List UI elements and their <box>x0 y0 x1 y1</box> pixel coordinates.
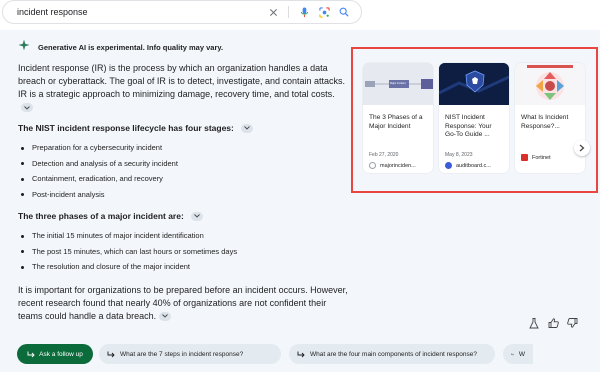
follow-up-arrow-icon <box>107 351 115 357</box>
expand-chevron-icon[interactable] <box>190 211 203 221</box>
source-site-name: Fortinet <box>532 154 551 161</box>
follow-up-arrow-icon <box>511 352 514 356</box>
follow-up-bar: Ask a follow up What are the 7 steps in … <box>17 343 533 365</box>
fortinet-logo-icon <box>521 154 528 161</box>
flask-icon[interactable] <box>528 316 540 330</box>
lifecycle-heading: The NIST incident response lifecycle has… <box>18 123 348 133</box>
list-item: The initial 15 minutes of major incident… <box>18 228 348 244</box>
search-bar <box>2 0 362 24</box>
source-cards-panel: Major Incident The 3 Phases of a Major I… <box>351 47 598 193</box>
microphone-icon[interactable] <box>295 3 313 21</box>
list-item: Containment, eradication, and recovery <box>18 171 348 187</box>
search-bar-actions <box>264 3 353 21</box>
suggestion-text: W <box>518 350 525 358</box>
source-site-name: auditboard.c... <box>456 162 491 169</box>
thumbs-up-icon[interactable] <box>547 316 559 330</box>
phases-heading-text: The three phases of a major incident are… <box>18 211 184 221</box>
thumbs-down-icon[interactable] <box>566 316 578 330</box>
sge-header: Generative AI is experimental. Info qual… <box>18 38 223 56</box>
experimental-notice: Generative AI is experimental. Info qual… <box>38 42 224 52</box>
source-site-name: majorinciden... <box>380 162 416 169</box>
source-date: May 8, 2023 <box>445 152 473 158</box>
ask-follow-up-button[interactable]: Ask a follow up <box>17 344 93 364</box>
list-item: Preparation for a cybersecurity incident <box>18 140 348 156</box>
expand-chevron-icon[interactable] <box>240 123 253 133</box>
list-item: Detection and analysis of a security inc… <box>18 156 348 172</box>
site-favicon-icon <box>369 162 376 169</box>
suggestion-text: What are the 7 steps in incident respons… <box>120 350 244 358</box>
source-card[interactable]: What Is Incident Response?... Fortinet <box>515 63 585 173</box>
site-favicon-icon <box>445 162 452 169</box>
closing-text: It is important for organizations to be … <box>18 284 348 321</box>
expand-chevron-icon[interactable] <box>159 311 172 321</box>
wheel-diagram-thumbnail-image <box>515 63 585 105</box>
phases-list: The initial 15 minutes of major incident… <box>18 228 348 275</box>
suggestion-chip[interactable]: What are the 7 steps in incident respons… <box>99 344 281 364</box>
source-title: NIST Incident Response: Your Go-To Guide… <box>445 114 492 139</box>
follow-up-arrow-icon <box>27 351 35 357</box>
lifecycle-list: Preparation for a cybersecurity incident… <box>18 140 348 202</box>
sparkle-icon <box>18 38 30 56</box>
source-site: auditboard.c... <box>439 162 509 169</box>
next-sources-button[interactable] <box>574 140 590 156</box>
source-thumbnail: Major Incident <box>363 63 433 105</box>
source-card[interactable]: Major Incident The 3 Phases of a Major I… <box>363 63 433 173</box>
expand-chevron-icon[interactable] <box>21 103 33 113</box>
suggestion-text: What are the four main components of inc… <box>310 350 477 358</box>
search-input[interactable] <box>17 7 264 17</box>
phases-heading: The three phases of a major incident are… <box>18 211 348 221</box>
thumbnail-caption: Major Incident <box>390 82 406 85</box>
source-title: The 3 Phases of a Major Incident <box>369 114 423 130</box>
search-icon[interactable] <box>335 3 353 21</box>
list-item: Post-incident analysis <box>18 187 348 203</box>
source-site: majorinciden... <box>363 162 433 169</box>
intro-paragraph: Incident response (IR) is the process by… <box>18 62 348 114</box>
lens-icon[interactable] <box>315 3 333 21</box>
lifecycle-heading-text: The NIST incident response lifecycle has… <box>18 123 234 133</box>
list-item: The post 15 minutes, which can last hour… <box>18 244 348 260</box>
intro-text: Incident response (IR) is the process by… <box>18 63 346 99</box>
search-bar-divider <box>288 6 289 18</box>
source-date: Feb 27, 2020 <box>369 152 399 158</box>
clear-icon[interactable] <box>264 3 282 21</box>
closing-paragraph: It is important for organizations to be … <box>18 284 348 323</box>
source-thumbnail <box>439 63 509 105</box>
source-thumbnail <box>515 63 585 105</box>
ask-follow-up-label: Ask a follow up <box>39 350 83 358</box>
ai-overview-panel: Generative AI is experimental. Info qual… <box>0 30 600 372</box>
source-site: Fortinet <box>515 154 585 161</box>
shield-thumbnail-image <box>439 63 509 105</box>
suggestion-chip[interactable]: What are the four main components of inc… <box>289 344 495 364</box>
follow-up-arrow-icon <box>297 351 305 357</box>
list-item: The resolution and closure of the major … <box>18 259 348 275</box>
answer-body: Incident response (IR) is the process by… <box>18 62 348 323</box>
suggestion-chip[interactable]: W <box>503 344 533 364</box>
source-card[interactable]: NIST Incident Response: Your Go-To Guide… <box>439 63 509 173</box>
feedback-actions <box>528 316 578 330</box>
chevron-right-icon <box>579 144 585 152</box>
